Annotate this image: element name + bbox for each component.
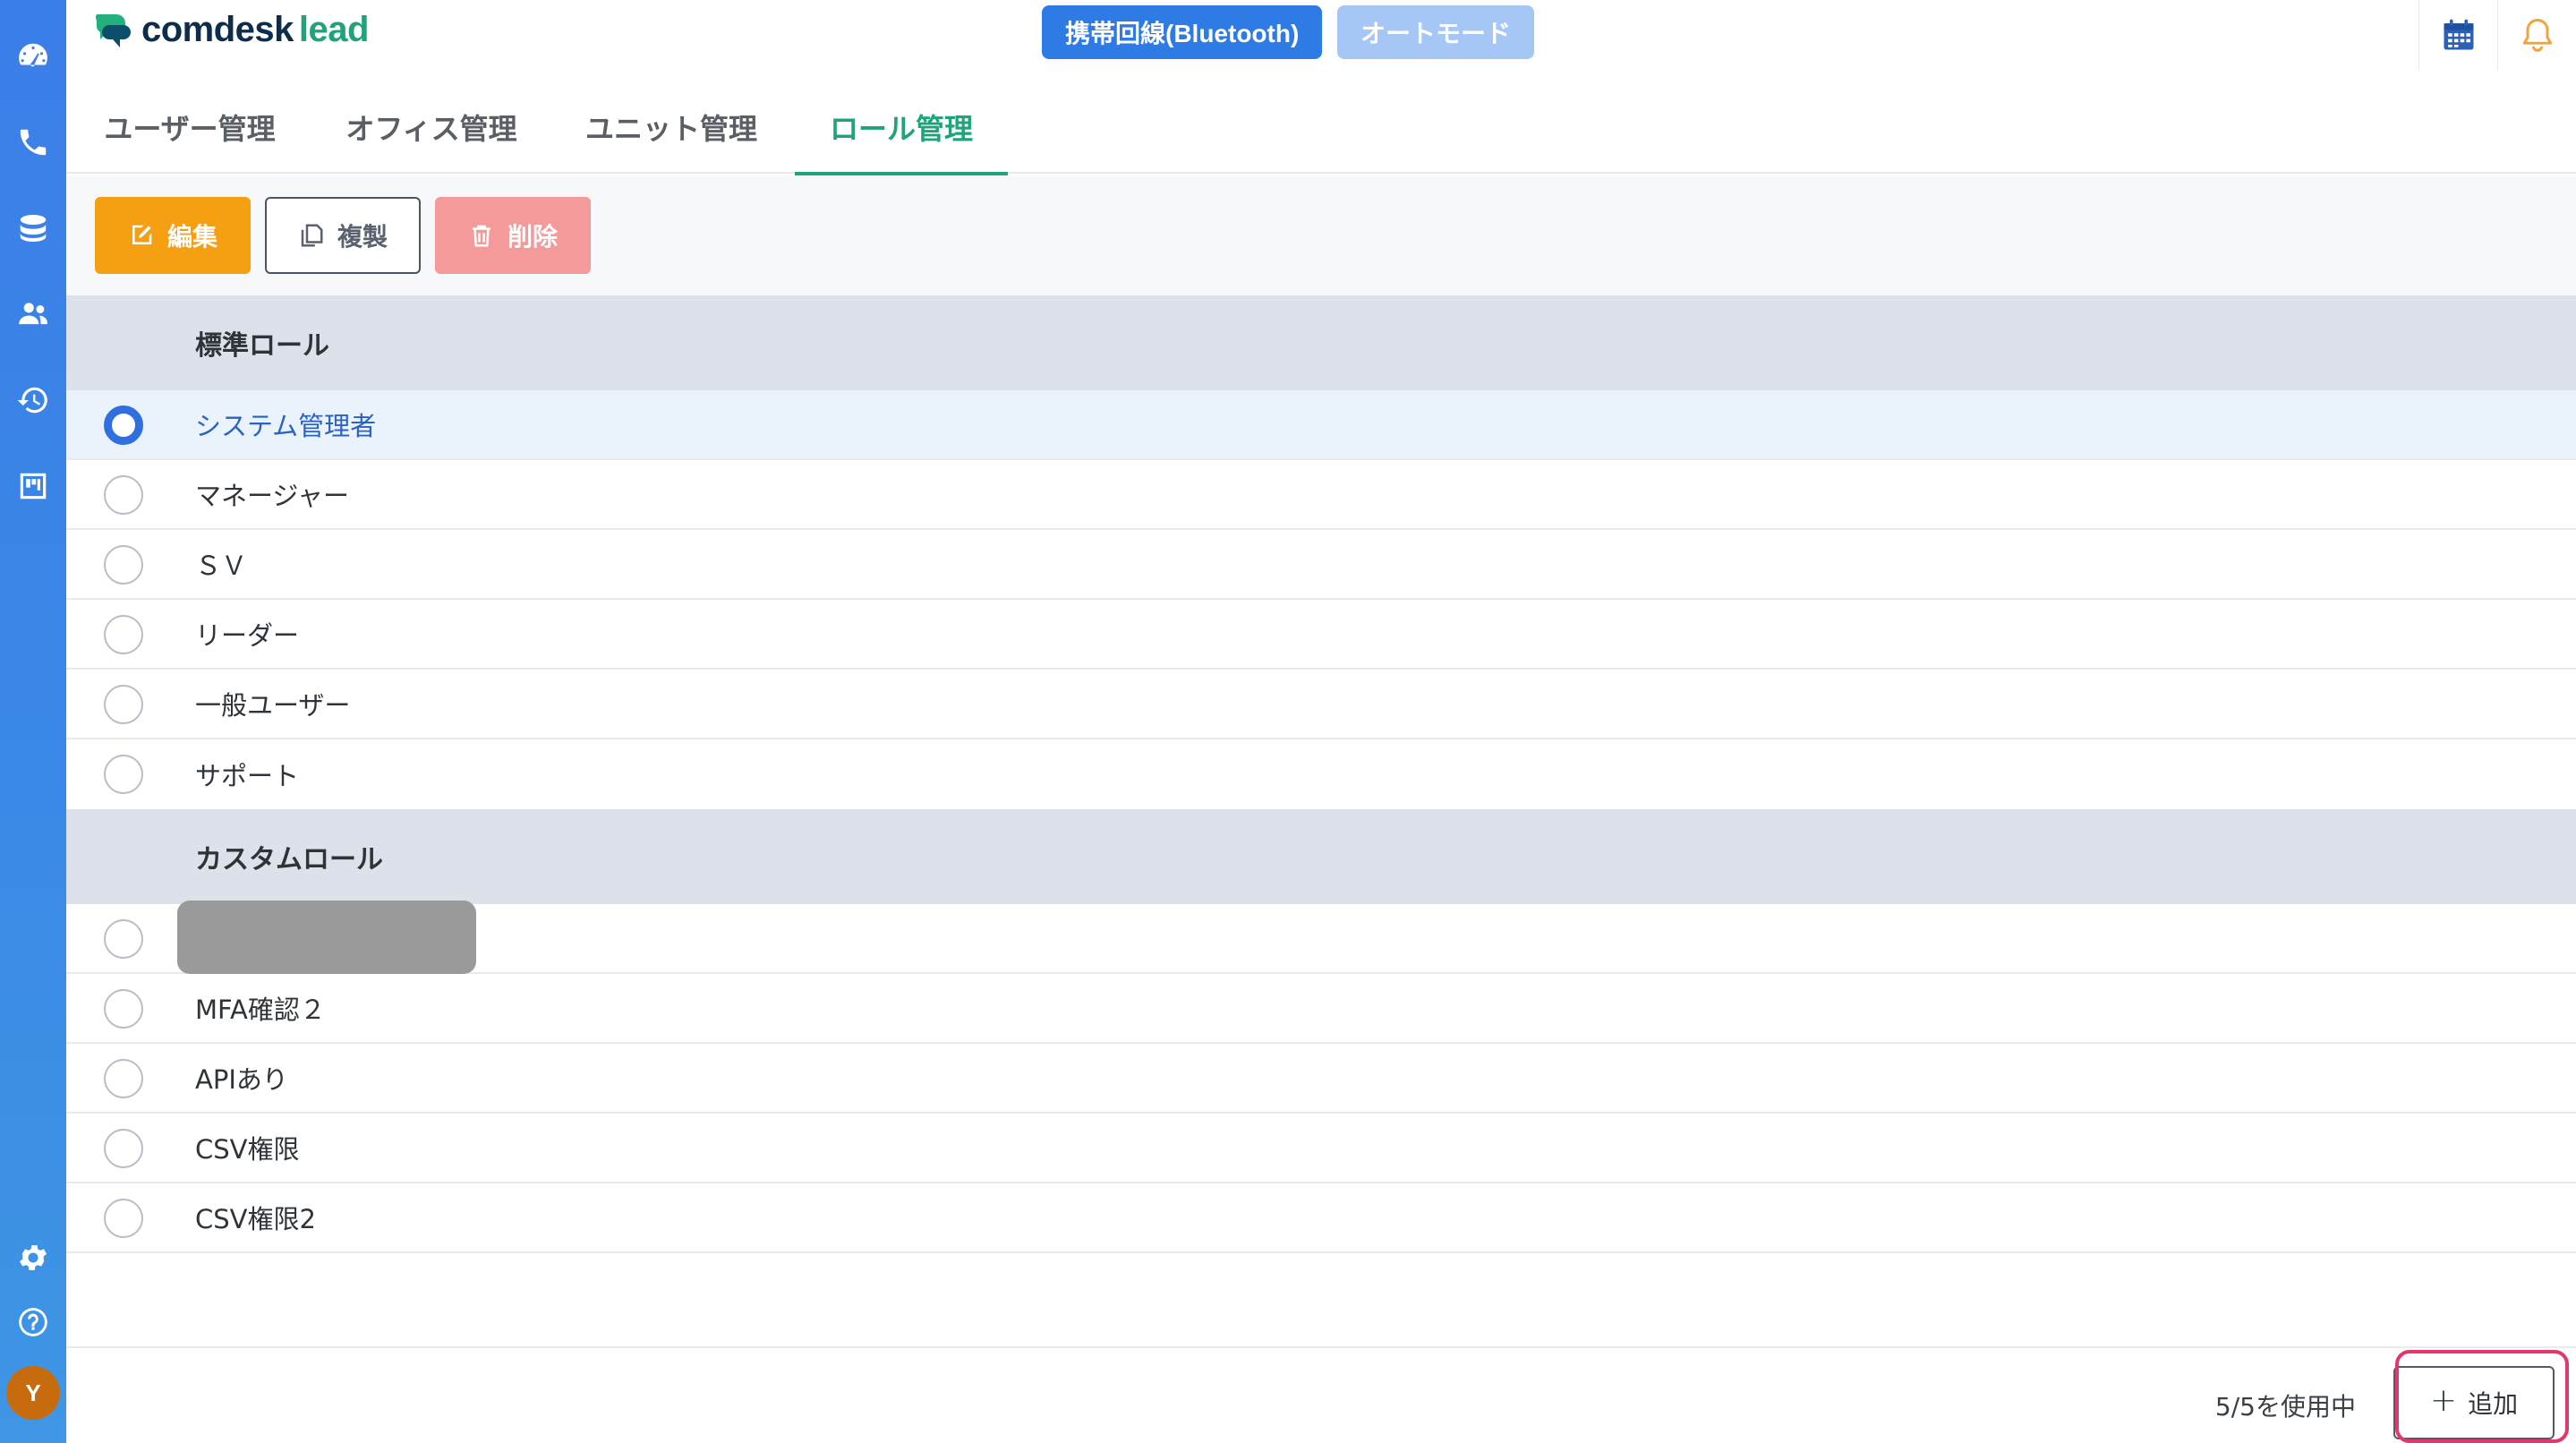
users-icon[interactable] — [0, 286, 66, 342]
role-label: マネージャー — [195, 481, 349, 511]
role-label: CSV権限 — [195, 1134, 300, 1165]
edit-label: 編集 — [166, 222, 218, 252]
gear-icon[interactable] — [0, 1230, 66, 1285]
database-icon[interactable] — [0, 201, 66, 256]
role-row-api[interactable]: APIあり — [66, 1044, 2576, 1114]
role-radio[interactable] — [104, 545, 143, 585]
role-row-sv[interactable]: ＳＶ — [66, 530, 2576, 600]
redacted-role-name — [177, 901, 476, 974]
dashboard-gauge-icon[interactable] — [0, 29, 66, 84]
auto-mode-chip[interactable]: オートモード — [1337, 5, 1535, 59]
duplicate-label: 複製 — [337, 222, 388, 252]
header-actions — [2418, 0, 2576, 70]
role-radio[interactable] — [104, 989, 143, 1029]
standard-roles-header: 標準ロール — [66, 295, 2576, 390]
top-header: comdesk lead 携帯回線(Bluetooth) オートモード — [66, 0, 2576, 70]
role-list: 標準ロール システム管理者 マネージャー ＳＶ リーダー 一般ユーザー サポート… — [66, 295, 2576, 1253]
custom-roles-header: カスタムロール — [66, 809, 2576, 904]
tab-user-management[interactable]: ユーザー管理 — [102, 81, 277, 174]
role-radio[interactable] — [104, 1129, 143, 1168]
tab-role-management[interactable]: ロール管理 — [795, 81, 1008, 175]
role-label: システム管理者 — [195, 411, 377, 441]
role-radio[interactable] — [104, 615, 143, 654]
notification-button[interactable] — [2497, 0, 2576, 70]
sidebar: Y — [0, 0, 66, 1443]
app-logo[interactable]: comdesk lead — [93, 9, 369, 50]
role-label: MFA確認２ — [195, 995, 326, 1025]
management-tabs: ユーザー管理 オフィス管理 ユニット管理 ロール管理 — [66, 81, 2576, 175]
role-row-csv-2[interactable]: CSV権限2 — [66, 1183, 2576, 1253]
role-radio[interactable] — [104, 1199, 143, 1238]
role-label: リーダー — [195, 620, 300, 651]
add-role-button[interactable]: + 追加 — [2393, 1366, 2555, 1439]
user-avatar[interactable]: Y — [6, 1366, 60, 1420]
role-label: APIあり — [195, 1064, 288, 1095]
tab-unit-management[interactable]: ユニット管理 — [584, 81, 759, 174]
role-label: 一般ユーザー — [195, 690, 351, 721]
edit-button[interactable]: 編集 — [95, 197, 251, 274]
role-row-system-admin[interactable]: システム管理者 — [66, 390, 2576, 460]
role-radio[interactable] — [104, 406, 143, 445]
role-row-general-user[interactable]: 一般ユーザー — [66, 670, 2576, 739]
plus-icon: + — [2429, 1382, 2458, 1419]
role-row-support[interactable]: サポート — [66, 739, 2576, 809]
role-row-csv[interactable]: CSV権限 — [66, 1114, 2576, 1183]
role-radio[interactable] — [104, 755, 143, 794]
list-footer: 5/5を使用中 + 追加 — [66, 1346, 2576, 1443]
logo-text-accent: lead — [298, 9, 370, 49]
calendar-button[interactable] — [2418, 0, 2497, 70]
trash-icon — [472, 225, 490, 247]
duplicate-button[interactable]: 複製 — [265, 197, 421, 274]
calendar-icon — [2444, 19, 2473, 50]
role-radio[interactable] — [104, 1059, 143, 1098]
role-label: サポート — [195, 761, 300, 791]
copy-icon — [301, 224, 323, 247]
edit-icon — [132, 225, 152, 244]
action-toolbar: 編集 複製 削除 — [66, 175, 2576, 295]
role-row-manager[interactable]: マネージャー — [66, 460, 2576, 530]
role-label: CSV権限2 — [195, 1204, 316, 1234]
role-row-leader[interactable]: リーダー — [66, 600, 2576, 670]
usage-count: 5/5を使用中 — [2214, 1392, 2356, 1422]
phone-icon[interactable] — [0, 115, 66, 170]
delete-label: 削除 — [507, 222, 558, 252]
add-label: 追加 — [2468, 1389, 2519, 1419]
delete-button[interactable]: 削除 — [435, 197, 591, 274]
line-mode-chip[interactable]: 携帯回線(Bluetooth) — [1042, 5, 1323, 59]
logo-text: comdesk — [141, 9, 294, 49]
role-row-redacted[interactable] — [66, 901, 2576, 974]
role-radio[interactable] — [104, 475, 143, 515]
role-radio[interactable] — [104, 685, 143, 724]
role-radio[interactable] — [104, 919, 143, 959]
board-icon[interactable] — [0, 458, 66, 514]
bell-icon — [2522, 19, 2552, 52]
role-label: ＳＶ — [195, 551, 248, 581]
help-icon[interactable] — [0, 1294, 66, 1350]
history-icon[interactable] — [0, 372, 66, 428]
logo-mark-icon — [96, 14, 131, 47]
role-row-mfa-check-2[interactable]: MFA確認２ — [66, 974, 2576, 1044]
tab-office-management[interactable]: オフィス管理 — [344, 81, 519, 174]
